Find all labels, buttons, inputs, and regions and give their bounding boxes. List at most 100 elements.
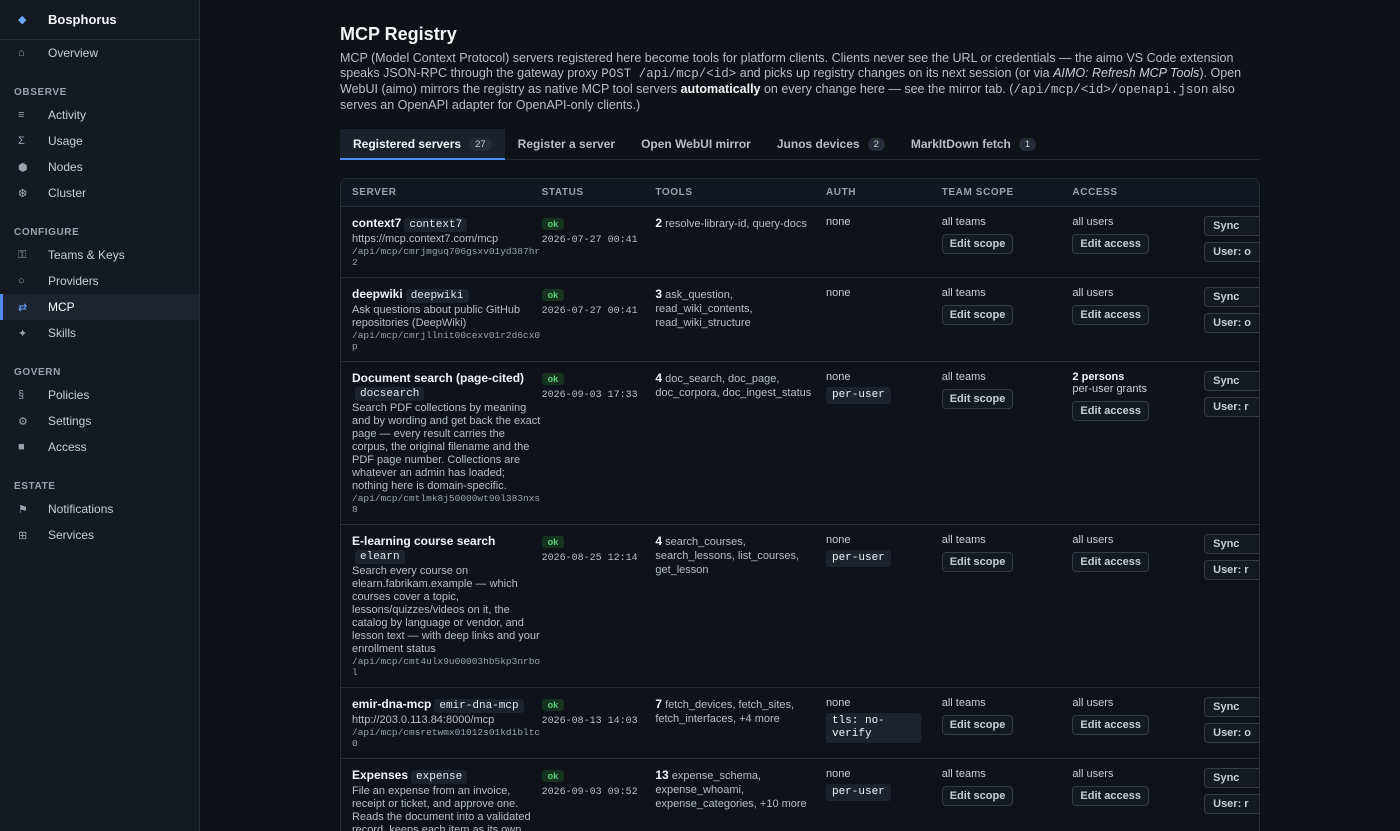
tab-register-server[interactable]: Register a server	[505, 129, 628, 159]
edit-scope-button[interactable]: Edit scope	[941, 786, 1014, 806]
status-badge: ok	[541, 699, 565, 711]
user-button[interactable]: User: o	[1204, 313, 1259, 333]
server-name: E-learning course search	[352, 534, 496, 548]
edit-scope-button[interactable]: Edit scope	[941, 305, 1014, 325]
sidebar-item-teams-keys[interactable]: ⚿ Teams & Keys	[0, 242, 199, 268]
sidebar-item-cluster[interactable]: ❆ Cluster	[0, 180, 199, 206]
edit-access-button[interactable]: Edit access	[1072, 715, 1149, 735]
sidebar-item-skills[interactable]: ✦ Skills	[0, 320, 199, 346]
sidebar-item-label: MCP	[48, 300, 75, 314]
auth-cell: none per-user	[825, 525, 942, 687]
team-scope-cell: all teams Edit scope	[941, 278, 1073, 361]
status-cell: ok 2026-07-27 00:41	[541, 278, 656, 361]
cluster-icon: ❆	[18, 187, 28, 200]
circle-icon: ○	[18, 275, 25, 287]
server-description: Search PDF collections by meaning and by…	[352, 402, 541, 492]
sidebar-item-usage[interactable]: Σ Usage	[0, 128, 199, 154]
tab-markitdown-fetch[interactable]: MarkItDown fetch 1	[898, 129, 1049, 159]
server-path: /api/mcp/cmrjllnit00cexv01r2d6cx0p	[352, 330, 541, 352]
edit-access-button[interactable]: Edit access	[1072, 552, 1149, 572]
sidebar-item-label: Skills	[48, 326, 77, 340]
table-row: emir-dna-mcp emir-dna-mcp http://203.0.11…	[341, 688, 1259, 759]
access-text: all users	[1072, 768, 1114, 780]
server-name: Document search (page-cited)	[352, 371, 525, 385]
team-scope-cell: all teams Edit scope	[941, 525, 1073, 687]
actions-cell: Sync User: r	[1204, 525, 1259, 687]
user-button[interactable]: User: o	[1204, 723, 1259, 743]
sidebar-item-label: Services	[48, 528, 95, 542]
sidebar-item-label: Policies	[48, 388, 90, 402]
sidebar-item-notifications[interactable]: ⚑ Notifications	[0, 496, 199, 522]
auth-mode: none	[825, 371, 851, 383]
server-slug: docsearch	[355, 387, 425, 401]
sidebar-item-access[interactable]: ■ Access	[0, 434, 199, 460]
team-scope-cell: all teams Edit scope	[941, 759, 1073, 831]
tools-cell: 2 resolve-library-id, query-docs	[655, 207, 826, 277]
edit-access-button[interactable]: Edit access	[1072, 305, 1149, 325]
auth-mode: none	[825, 768, 851, 780]
tab-label: MarkItDown fetch	[910, 137, 1011, 151]
team-scope-text: all teams	[941, 697, 986, 709]
table-row: Document search (page-cited) docsearch Se…	[341, 362, 1259, 525]
team-scope-text: all teams	[941, 768, 986, 780]
tab-registered-servers[interactable]: Registered servers 27	[340, 129, 505, 160]
tab-junos-devices[interactable]: Junos devices 2	[764, 129, 898, 159]
server-name: Expenses	[352, 768, 409, 782]
edit-scope-button[interactable]: Edit scope	[941, 389, 1014, 409]
sidebar-item-label: Cluster	[48, 186, 87, 200]
user-button[interactable]: User: r	[1204, 397, 1259, 417]
flag-icon: ⚑	[18, 503, 28, 516]
access-text: all users	[1072, 534, 1114, 546]
sync-button[interactable]: Sync	[1204, 697, 1259, 717]
status-cell: ok 2026-07-27 00:41	[541, 207, 656, 277]
tool-count: 3	[655, 287, 663, 301]
sidebar-item-activity[interactable]: ≡ Activity	[0, 102, 199, 128]
sync-button[interactable]: Sync	[1204, 534, 1259, 554]
diamond-icon: ◆	[18, 14, 27, 26]
server-name: emir-dna-mcp	[352, 697, 432, 711]
tool-list: resolve-library-id, query-docs	[665, 218, 807, 230]
access-cell: all users Edit access	[1072, 688, 1204, 758]
access-cell: all users Edit access	[1072, 759, 1204, 831]
status-timestamp: 2026-08-25 12:14	[541, 553, 638, 564]
page-title: MCP Registry	[340, 24, 457, 44]
user-button[interactable]: User: o	[1204, 242, 1259, 262]
column-header-tools: TOOLS	[655, 187, 693, 198]
edit-access-button[interactable]: Edit access	[1072, 786, 1149, 806]
brand[interactable]: ◆ Bosphorus	[0, 0, 199, 40]
auth-mode: none	[825, 697, 851, 709]
sync-button[interactable]: Sync	[1204, 768, 1259, 788]
user-button[interactable]: User: r	[1204, 794, 1259, 814]
sidebar-item-label: Activity	[48, 108, 87, 122]
edit-access-button[interactable]: Edit access	[1072, 234, 1149, 254]
tab-open-webui-mirror[interactable]: Open WebUI mirror	[628, 129, 764, 159]
edit-scope-button[interactable]: Edit scope	[941, 552, 1014, 572]
sync-button[interactable]: Sync	[1204, 287, 1259, 307]
arrows-exchange-icon: ⇄	[18, 301, 28, 314]
sidebar-item-services[interactable]: ⊞ Services	[0, 522, 199, 548]
server-name: deepwiki	[352, 287, 403, 301]
edit-access-button[interactable]: Edit access	[1072, 401, 1149, 421]
sidebar-item-mcp[interactable]: ⇄ MCP	[0, 294, 199, 320]
table-body: context7 context7 https://mcp.context7.co…	[341, 207, 1259, 831]
server-description: Search every course on elearn.fabrikam.e…	[352, 565, 540, 655]
user-button[interactable]: User: r	[1204, 560, 1259, 580]
server-description: http://203.0.113.84:8000/mcp	[352, 714, 495, 726]
hexagon-icon: ⬢	[18, 161, 28, 174]
edit-scope-button[interactable]: Edit scope	[941, 234, 1014, 254]
edit-scope-button[interactable]: Edit scope	[941, 715, 1014, 735]
sidebar-item-overview[interactable]: ⌂ Overview	[0, 40, 199, 66]
sync-button[interactable]: Sync	[1204, 216, 1259, 236]
auth-cell: none per-user	[825, 362, 942, 524]
tools-cell: 4 doc_search, doc_page, doc_corpora, doc…	[655, 362, 826, 524]
sync-button[interactable]: Sync	[1204, 371, 1259, 391]
sidebar-item-nodes[interactable]: ⬢ Nodes	[0, 154, 199, 180]
sidebar-item-policies[interactable]: § Policies	[0, 382, 199, 408]
tab-label: Register a server	[517, 137, 616, 151]
tab-label: Junos devices	[776, 137, 860, 151]
sidebar-item-settings[interactable]: ⚙ Settings	[0, 408, 199, 434]
sidebar-item-providers[interactable]: ○ Providers	[0, 268, 199, 294]
sparkle-icon: ✦	[18, 327, 28, 340]
sidebar-item-label: Settings	[48, 414, 92, 428]
server-cell: E-learning course search elearn Search ev…	[341, 525, 542, 687]
